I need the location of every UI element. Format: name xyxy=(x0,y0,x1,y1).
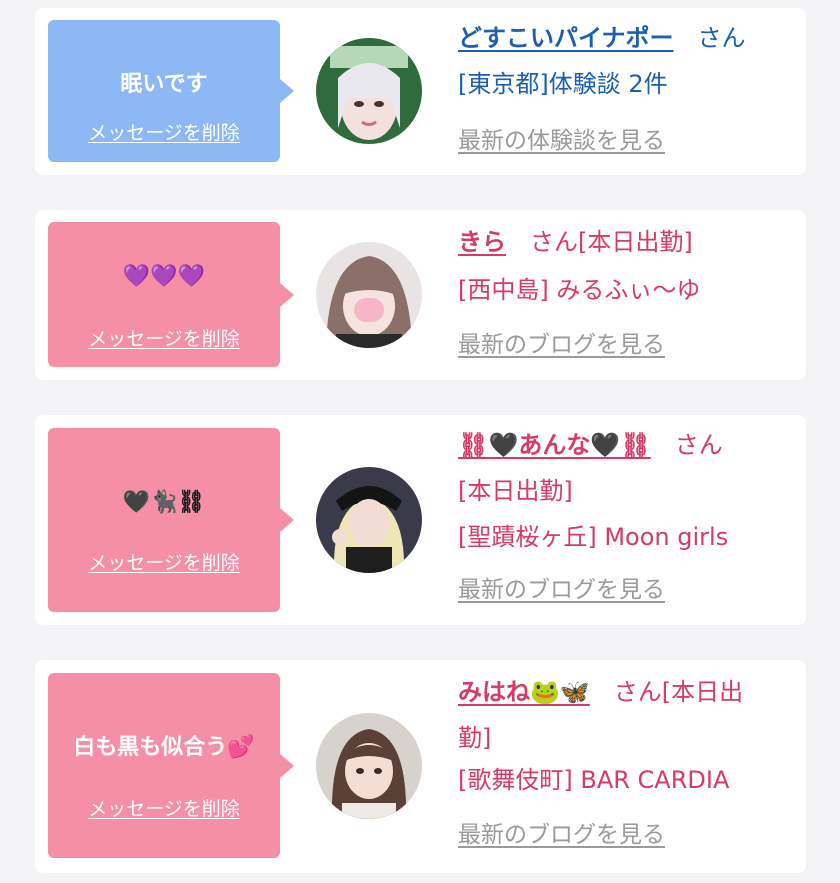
profile-name-link[interactable]: どすこいパイナポー xyxy=(458,24,674,52)
attendance-status: [本日出勤] xyxy=(578,228,693,256)
profile-name-link[interactable]: みはね🐸🦋 xyxy=(458,678,590,706)
message-card: 眠いです メッセージを削除 どすこいパイナポー さん [東京都]体験談 2件 最新… xyxy=(35,8,806,175)
message-bubble: 白も黒も似合う💕 メッセージを削除 xyxy=(48,673,294,858)
avatar[interactable] xyxy=(316,242,422,348)
delete-message-link[interactable]: メッセージを削除 xyxy=(48,324,280,351)
message-card: 💜💜💜 メッセージを削除 きら さん[本日出勤] [西中島] みるふぃ〜ゆ 最新の… xyxy=(35,210,806,380)
delete-message-link[interactable]: メッセージを削除 xyxy=(48,548,280,575)
avatar[interactable] xyxy=(316,467,422,573)
latest-review-link[interactable]: 最新の体験談を見る xyxy=(458,130,665,153)
latest-blog-link[interactable]: 最新のブログを見る xyxy=(458,334,665,357)
message-text: 🖤🐈‍⬛⛓ xyxy=(122,490,206,515)
profile-detail: [西中島] みるふぃ〜ゆ xyxy=(458,276,701,304)
latest-blog-link[interactable]: 最新のブログを見る xyxy=(458,579,665,602)
latest-blog-link[interactable]: 最新のブログを見る xyxy=(458,824,665,847)
message-text: 眠いです xyxy=(120,72,208,97)
profile-name-link[interactable]: きら xyxy=(458,228,506,256)
attendance-status: [本日出勤] xyxy=(458,477,573,505)
honorific: さん xyxy=(674,431,723,459)
delete-message-link[interactable]: メッセージを削除 xyxy=(48,118,280,145)
avatar[interactable] xyxy=(316,713,422,819)
honorific: さん xyxy=(697,24,746,52)
avatar[interactable] xyxy=(316,38,422,144)
honorific: さん xyxy=(530,228,578,256)
delete-message-link[interactable]: メッセージを削除 xyxy=(48,794,280,821)
profile-name-link[interactable]: ⛓🖤あんな🖤⛓ xyxy=(458,431,651,459)
message-bubble: 💜💜💜 メッセージを削除 xyxy=(48,222,294,367)
message-card: 🖤🐈‍⬛⛓ メッセージを削除 ⛓🖤あんな🖤⛓ さん [本日出勤] [聖蹟桜ヶ丘] … xyxy=(35,415,806,625)
message-bubble: 眠いです メッセージを削除 xyxy=(48,20,294,162)
profile-detail: [東京都]体験談 2件 xyxy=(458,70,668,98)
message-bubble: 🖤🐈‍⬛⛓ メッセージを削除 xyxy=(48,428,294,612)
profile-detail: [歌舞伎町] BAR CARDIA xyxy=(458,766,730,794)
message-card: 白も黒も似合う💕 メッセージを削除 みはね🐸🦋 さん[本日出 勤] [歌舞伎町] … xyxy=(35,660,806,873)
attendance-status-cont: 勤] xyxy=(458,724,492,752)
message-text: 💜💜💜 xyxy=(122,264,206,289)
attendance-status: [本日出 xyxy=(661,678,744,706)
honorific: さん xyxy=(613,678,662,706)
message-text: 白も黒も似合う💕 xyxy=(73,735,255,760)
profile-detail: [聖蹟桜ヶ丘] Moon girls xyxy=(458,523,729,551)
